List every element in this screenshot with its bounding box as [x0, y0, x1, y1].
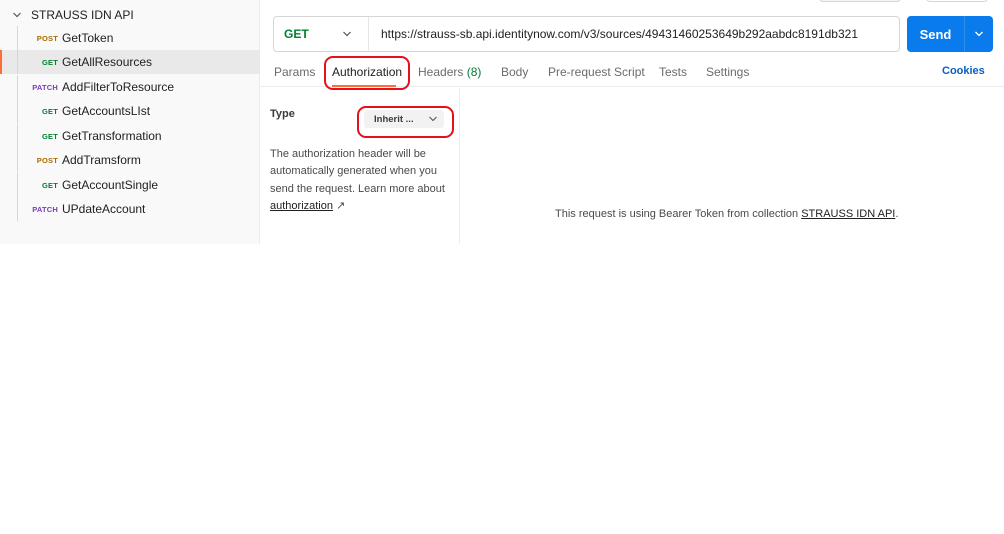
sidebar-item-addtramsform[interactable]: POST AddTramsform — [0, 148, 260, 172]
send-options-button[interactable] — [965, 29, 993, 39]
tree-guide-line — [17, 197, 18, 221]
tab-headers[interactable]: Headers (8) — [418, 65, 481, 79]
highlight-authorization-tab — [324, 56, 410, 90]
collection-name: STRAUSS IDN API — [31, 8, 134, 22]
request-name: GetAllResources — [62, 55, 153, 69]
authorization-docs-link[interactable]: authorization — [270, 200, 333, 212]
auth-help-body: The authorization header will be automat… — [270, 148, 445, 195]
auth-help-text: The authorization header will be automat… — [270, 146, 456, 215]
tab-settings[interactable]: Settings — [706, 65, 749, 79]
auth-type-label: Type — [270, 108, 295, 120]
inherited-auth-suffix: . — [895, 208, 899, 220]
tree-guide-line — [17, 124, 18, 148]
sidebar-item-updateaccount[interactable]: PATCH UPdateAccount — [0, 197, 260, 221]
tree-guide-line — [17, 173, 18, 197]
sidebar-item-getaccountslist[interactable]: GET GetAccountsLIst — [0, 99, 260, 123]
sidebar: STRAUSS IDN API POST GetToken GET GetAll… — [0, 0, 260, 244]
chevron-down-icon[interactable] — [12, 10, 22, 20]
tab-headers-label: Headers — [418, 65, 464, 79]
http-method-select[interactable]: GET — [274, 17, 369, 51]
tab-pre-request-script[interactable]: Pre-request Script — [548, 65, 645, 79]
tree-guide-line — [17, 148, 18, 172]
tab-params[interactable]: Params — [274, 65, 315, 79]
active-indicator — [0, 50, 2, 74]
tree-guide-line — [17, 99, 18, 123]
send-button-label: Send — [919, 26, 952, 42]
method-badge: PATCH — [32, 204, 58, 214]
sidebar-item-gettoken[interactable]: POST GetToken — [0, 26, 260, 50]
method-badge: GET — [41, 131, 58, 141]
sidebar-item-getaccountsingle[interactable]: GET GetAccountSingle — [0, 173, 260, 197]
http-method-value: GET — [284, 27, 309, 41]
tree-guide-line — [17, 26, 18, 50]
api-client-window: STRAUSS IDN API POST GetToken GET GetAll… — [0, 0, 1004, 244]
method-badge: GET — [41, 57, 58, 67]
cookies-link[interactable]: Cookies — [942, 65, 985, 77]
sidebar-item-getallresources[interactable]: GET GetAllResources — [0, 50, 260, 74]
request-name: UPdateAccount — [62, 202, 146, 216]
inherited-auth-prefix: This request is using Bearer Token from … — [555, 208, 799, 220]
tree-guide-line — [17, 50, 18, 74]
request-name: GetAccountSingle — [62, 178, 159, 192]
method-badge: PATCH — [32, 82, 58, 92]
toolbar-button-partial[interactable] — [926, 0, 988, 2]
tab-body[interactable]: Body — [501, 65, 528, 79]
sidebar-item-gettransformation[interactable]: GET GetTransformation — [0, 124, 260, 148]
method-badge: POST — [36, 33, 58, 43]
tab-tests[interactable]: Tests — [659, 65, 687, 79]
chevron-down-icon — [342, 29, 352, 39]
request-name: AddTramsform — [62, 153, 141, 167]
collection-header[interactable]: STRAUSS IDN API — [0, 4, 260, 26]
method-badge: GET — [41, 106, 58, 116]
tree-guide-line — [17, 75, 18, 99]
highlight-auth-type — [357, 106, 454, 138]
toolbar-button-partial[interactable] — [819, 0, 901, 2]
send-button[interactable]: Send — [907, 16, 993, 52]
method-badge: POST — [36, 155, 58, 165]
request-url-bar: GET https://strauss-sb.api.identitynow.c… — [273, 16, 900, 52]
sidebar-item-addfiltertoresource[interactable]: PATCH AddFilterToResource — [0, 75, 260, 99]
method-badge: GET — [41, 180, 58, 190]
request-name: GetAccountsLIst — [62, 104, 151, 118]
auth-details-panel: This request is using Bearer Token from … — [460, 88, 1004, 244]
url-input[interactable]: https://strauss-sb.api.identitynow.com/v… — [369, 27, 899, 41]
request-name: GetToken — [62, 31, 114, 45]
collection-link[interactable]: STRAUSS IDN API — [801, 208, 895, 220]
inherited-auth-message: This request is using Bearer Token from … — [555, 208, 898, 220]
external-link-icon: ↗ — [336, 199, 346, 212]
request-name: AddFilterToResource — [62, 80, 175, 94]
request-name: GetTransformation — [62, 129, 162, 143]
headers-count-badge: (8) — [466, 65, 482, 79]
